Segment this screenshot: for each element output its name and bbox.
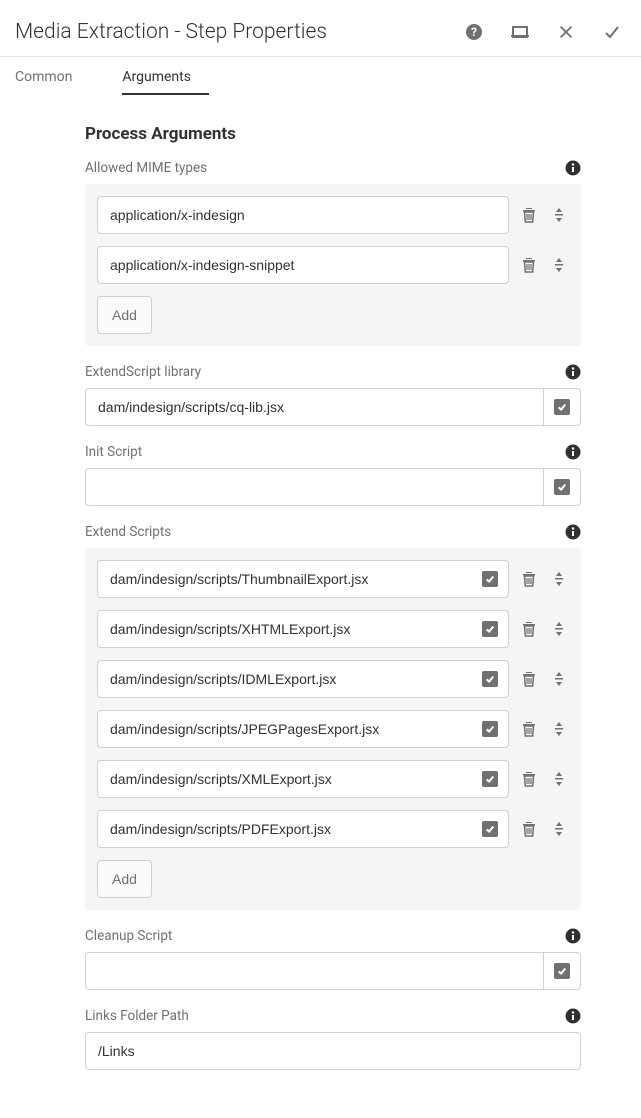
delete-icon[interactable] [519, 619, 539, 639]
done-icon[interactable] [603, 23, 621, 41]
add-script-button[interactable]: Add [97, 860, 152, 898]
dialog-header: Media Extraction - Step Properties ? [0, 0, 641, 57]
script-row [97, 610, 569, 648]
picker-toggle[interactable] [471, 760, 509, 798]
picker-toggle[interactable] [471, 710, 509, 748]
script-row [97, 560, 569, 598]
close-icon[interactable] [557, 23, 575, 41]
dialog-title: Media Extraction - Step Properties [15, 20, 327, 44]
script-input[interactable] [97, 560, 481, 598]
links-folder-path-input[interactable] [85, 1032, 581, 1070]
add-mime-button[interactable]: Add [97, 296, 152, 334]
delete-icon[interactable] [519, 769, 539, 789]
section-title: Process Arguments [85, 124, 581, 144]
picker-toggle[interactable] [471, 660, 509, 698]
allowed-mime-label: Allowed MIME types [85, 160, 207, 176]
cleanup-script-row [85, 952, 581, 990]
script-row [97, 710, 569, 748]
extendscript-library-input[interactable] [85, 388, 543, 426]
init-script-input[interactable] [85, 468, 543, 506]
picker-toggle[interactable] [471, 610, 509, 648]
script-row [97, 760, 569, 798]
help-icon[interactable]: ? [465, 23, 483, 41]
info-icon[interactable] [565, 364, 581, 380]
reorder-icon[interactable] [549, 569, 569, 589]
script-row [97, 660, 569, 698]
allowed-mime-multibox: Add [85, 184, 581, 346]
reorder-icon[interactable] [549, 819, 569, 839]
links-folder-path-label: Links Folder Path [85, 1008, 189, 1024]
mime-row [97, 196, 569, 234]
field-links-folder-path: Links Folder Path [85, 1008, 581, 1070]
info-icon[interactable] [565, 160, 581, 176]
delete-icon[interactable] [519, 205, 539, 225]
delete-icon[interactable] [519, 255, 539, 275]
svg-text:?: ? [471, 25, 477, 39]
extend-scripts-multibox: Add [85, 548, 581, 910]
field-extendscript-library: ExtendScript library [85, 364, 581, 426]
extendscript-library-label: ExtendScript library [85, 364, 201, 380]
script-input[interactable] [97, 610, 481, 648]
extendscript-library-row [85, 388, 581, 426]
delete-icon[interactable] [519, 569, 539, 589]
content-area: Process Arguments Allowed MIME types [0, 96, 641, 1118]
script-input[interactable] [97, 810, 481, 848]
field-cleanup-script: Cleanup Script [85, 928, 581, 990]
picker-toggle[interactable] [543, 388, 581, 426]
extend-scripts-label: Extend Scripts [85, 524, 171, 540]
info-icon[interactable] [565, 928, 581, 944]
info-icon[interactable] [565, 524, 581, 540]
reorder-icon[interactable] [549, 205, 569, 225]
picker-toggle[interactable] [471, 810, 509, 848]
reorder-icon[interactable] [549, 669, 569, 689]
mime-input[interactable] [97, 246, 509, 284]
delete-icon[interactable] [519, 819, 539, 839]
cleanup-script-input[interactable] [85, 952, 543, 990]
picker-toggle[interactable] [471, 560, 509, 598]
mime-row [97, 246, 569, 284]
fullscreen-icon[interactable] [511, 23, 529, 41]
field-allowed-mime-types: Allowed MIME types [85, 160, 581, 346]
delete-icon[interactable] [519, 669, 539, 689]
init-script-label: Init Script [85, 444, 142, 460]
picker-toggle[interactable] [543, 952, 581, 990]
tab-bar: Common Arguments [0, 56, 641, 96]
field-init-script: Init Script [85, 444, 581, 506]
reorder-icon[interactable] [549, 619, 569, 639]
picker-toggle[interactable] [543, 468, 581, 506]
info-icon[interactable] [565, 444, 581, 460]
field-extend-scripts: Extend Scripts [85, 524, 581, 910]
mime-input[interactable] [97, 196, 509, 234]
delete-icon[interactable] [519, 719, 539, 739]
script-input[interactable] [97, 760, 481, 798]
script-input[interactable] [97, 710, 481, 748]
init-script-row [85, 468, 581, 506]
tab-arguments[interactable]: Arguments [122, 56, 209, 95]
info-icon[interactable] [565, 1008, 581, 1024]
header-actions: ? [465, 23, 621, 41]
cleanup-script-label: Cleanup Script [85, 928, 172, 944]
reorder-icon[interactable] [549, 719, 569, 739]
reorder-icon[interactable] [549, 255, 569, 275]
reorder-icon[interactable] [549, 769, 569, 789]
script-input[interactable] [97, 660, 481, 698]
script-row [97, 810, 569, 848]
tab-common[interactable]: Common [15, 56, 90, 95]
